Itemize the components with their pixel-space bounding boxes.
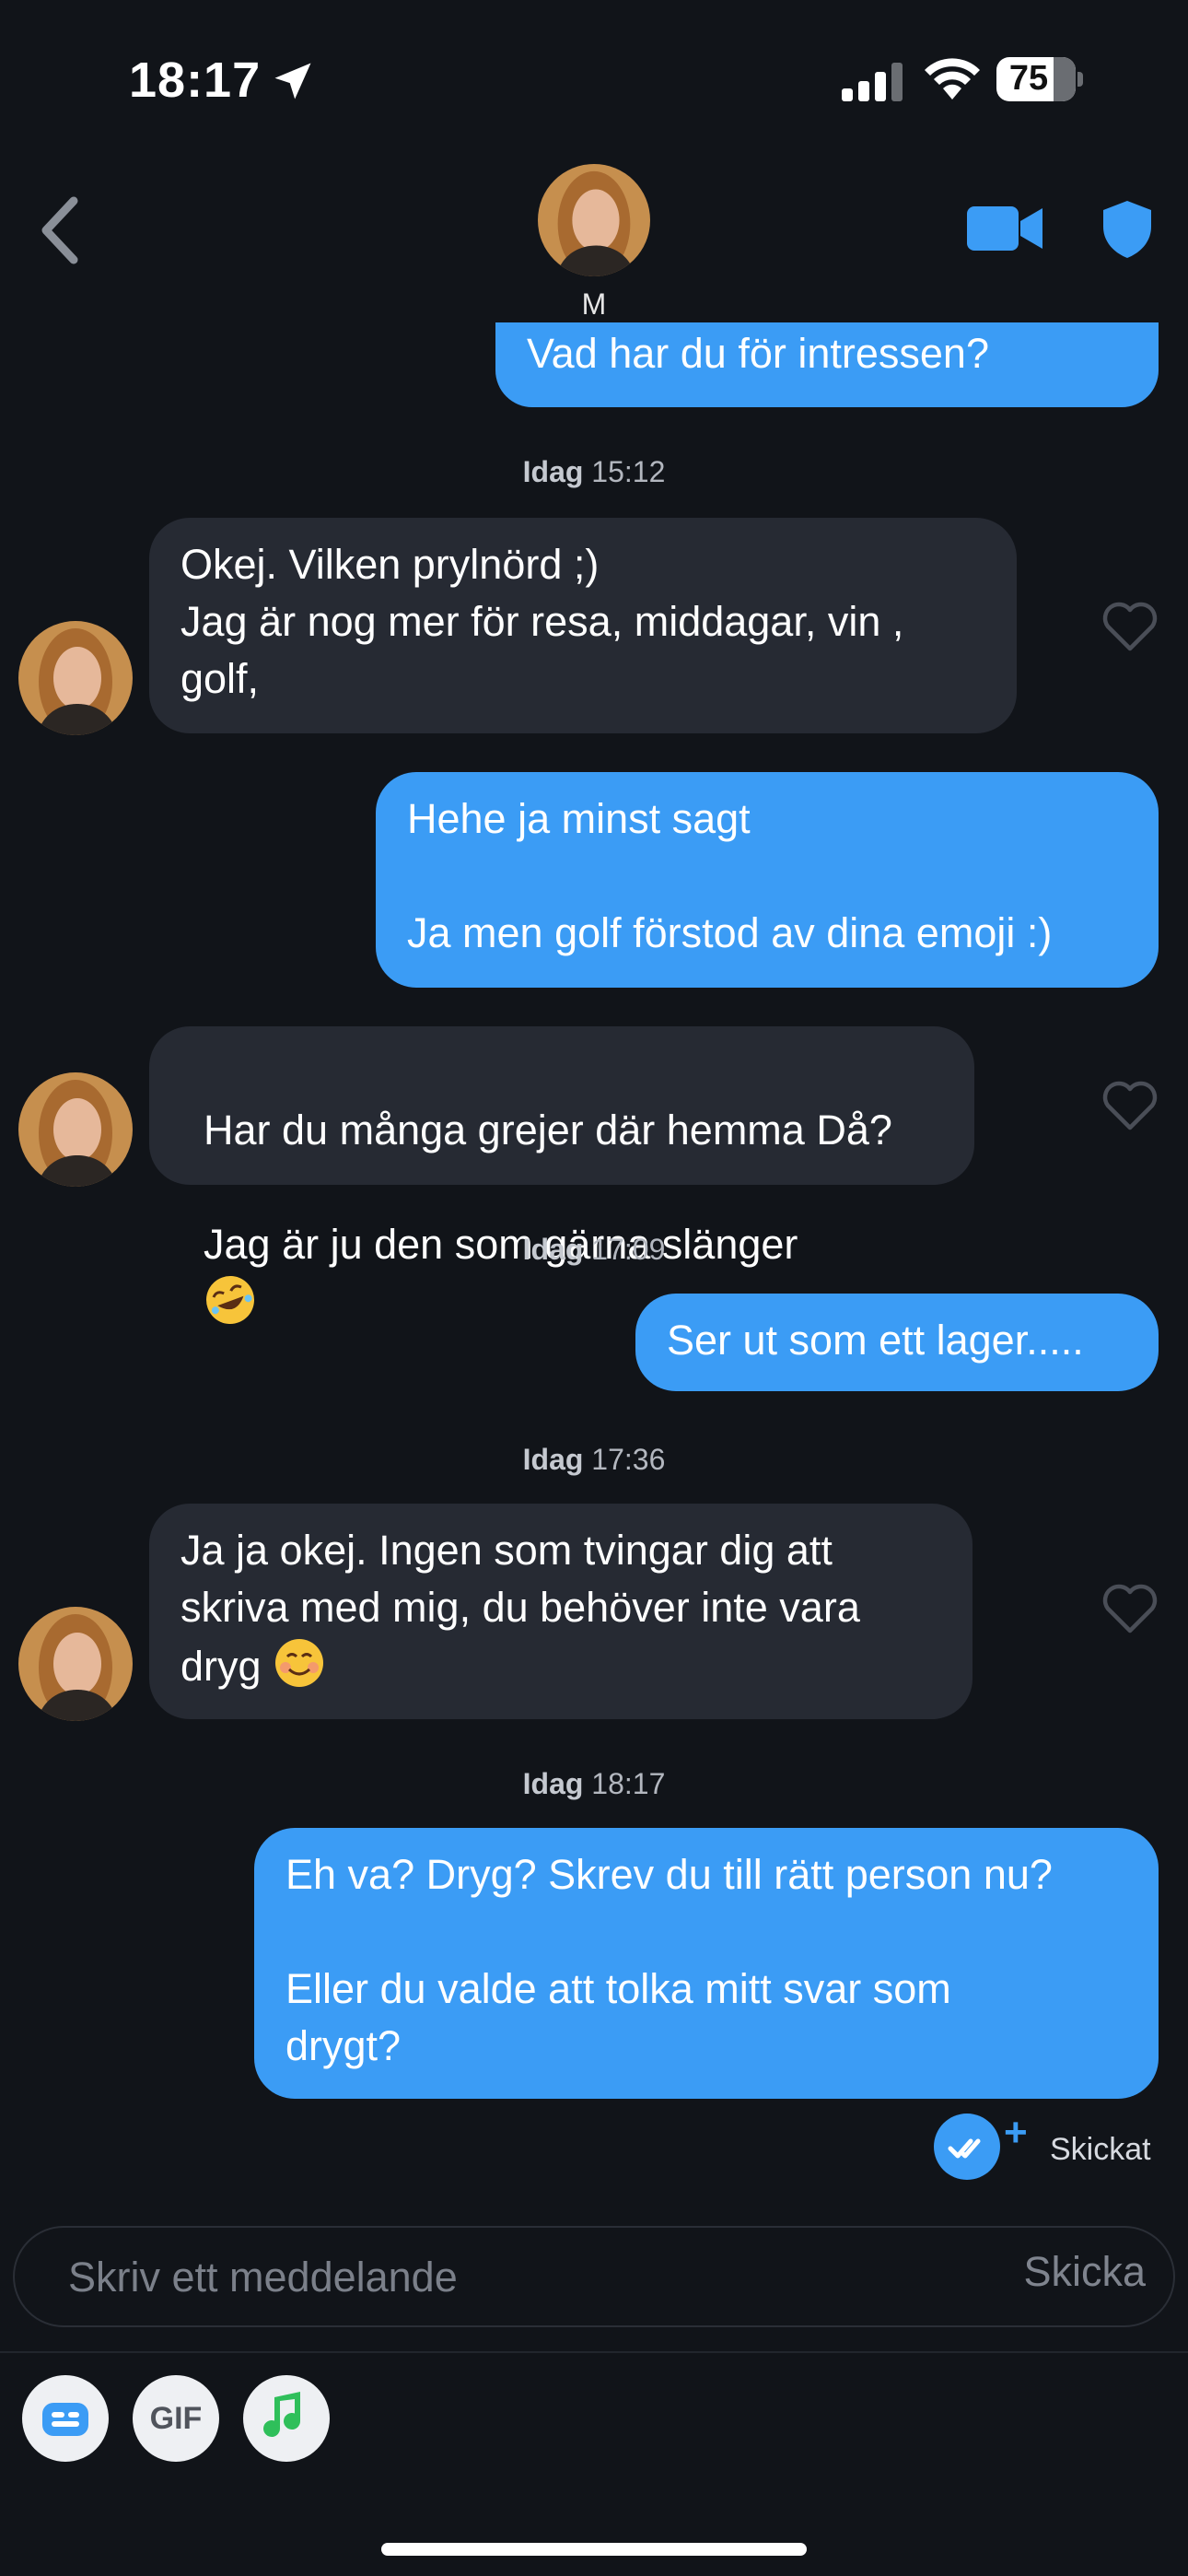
message-composer: Skicka <box>13 2226 1175 2327</box>
timestamp: Idag 15:12 <box>522 455 666 488</box>
sent-status: Skickat <box>1050 2132 1151 2167</box>
video-call-icon[interactable] <box>965 201 1044 256</box>
send-button[interactable]: Skicka <box>1023 2248 1146 2296</box>
rofl-emoji-icon <box>206 1276 255 1324</box>
message-incoming[interactable]: Okej. Vilken prylnörd ;) Jag är nog mer … <box>149 518 1017 733</box>
back-chevron-icon[interactable] <box>37 193 85 267</box>
message-outgoing[interactable]: Hehe ja minst sagt Ja men golf förstod a… <box>376 772 1159 988</box>
battery-level: 75 <box>1008 59 1049 98</box>
contact-name[interactable]: M <box>516 287 672 322</box>
heart-icon[interactable] <box>1101 601 1159 652</box>
battery-indicator: 75 <box>996 57 1085 103</box>
sender-avatar[interactable] <box>18 621 133 735</box>
music-note-icon <box>263 2392 300 2437</box>
message-outgoing[interactable]: Vad har du för intressen? <box>495 322 1159 407</box>
gif-button[interactable]: GIF <box>133 2375 219 2462</box>
message-incoming[interactable]: Har du många grejer där hemma Då? Jag är… <box>149 1026 974 1324</box>
timestamp: Idag 17:09 <box>522 1233 666 1266</box>
gif-label: GIF <box>149 2401 203 2436</box>
location-arrow-icon <box>274 63 311 100</box>
message-line: Har du många grejer där hemma Då? <box>204 1107 892 1153</box>
status-time: 18:17 <box>129 53 262 108</box>
home-indicator[interactable] <box>381 2543 807 2556</box>
wifi-icon <box>925 58 980 100</box>
divider <box>0 2351 1188 2353</box>
shield-icon[interactable] <box>1100 199 1155 260</box>
timestamp: Idag 18:17 <box>522 1767 666 1800</box>
header-avatar[interactable] <box>538 164 650 276</box>
sticker-icon <box>42 2403 88 2436</box>
sticker-button[interactable] <box>22 2375 109 2462</box>
timestamp: Idag 17:36 <box>522 1443 666 1476</box>
double-check-icon <box>948 2138 981 2159</box>
message-input[interactable] <box>66 2246 880 2309</box>
signal-icon <box>842 63 903 101</box>
read-receipt[interactable] <box>934 2113 1000 2180</box>
sender-avatar[interactable] <box>18 1072 133 1187</box>
heart-icon[interactable] <box>1101 1080 1159 1131</box>
smiling-emoji-icon <box>275 1639 324 1687</box>
receipt-plus[interactable]: + <box>1004 2110 1028 2156</box>
music-button[interactable] <box>243 2375 330 2462</box>
message-outgoing[interactable]: Eh va? Dryg? Skrev du till rätt person n… <box>254 1828 1159 2099</box>
heart-icon[interactable] <box>1101 1583 1159 1634</box>
message-outgoing[interactable]: Ser ut som ett lager..... <box>635 1294 1159 1391</box>
sender-avatar[interactable] <box>18 1607 133 1721</box>
message-incoming[interactable]: Ja ja okej. Ingen som tvingar dig att sk… <box>149 1504 973 1719</box>
